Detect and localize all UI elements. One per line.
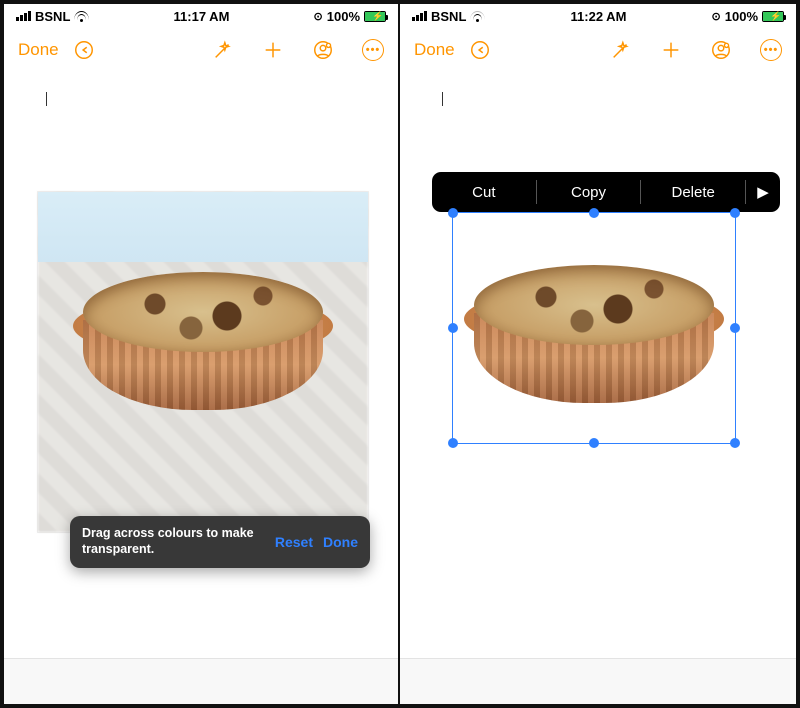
document-canvas[interactable]: Drag across colours to make transparent.… (4, 72, 398, 658)
resize-handle-tm[interactable] (589, 208, 599, 218)
undo-icon[interactable] (73, 39, 95, 61)
text-cursor (46, 92, 47, 106)
resize-handle-bl[interactable] (448, 438, 458, 448)
screenshot-left: BSNL 11:17 AM ⊙ 100% ⚡ Done (2, 2, 400, 706)
delete-button[interactable]: Delete (641, 184, 745, 201)
carrier-label: BSNL (431, 9, 466, 24)
signal-icon (412, 11, 427, 21)
document-canvas[interactable]: Cut Copy Delete ▶ (400, 72, 796, 658)
screenshot-right: BSNL 11:22 AM ⊙ 100% ⚡ Done (400, 2, 798, 706)
resize-handle-tr[interactable] (730, 208, 740, 218)
magic-wand-icon[interactable] (212, 39, 234, 61)
battery-pct: 100% (725, 9, 758, 24)
more-icon[interactable]: ••• (760, 39, 782, 61)
reset-button[interactable]: Reset (275, 534, 313, 550)
battery-icon: ⚡ (364, 11, 386, 22)
keyboard-accessory (4, 658, 398, 704)
plus-icon[interactable] (262, 39, 284, 61)
add-person-icon[interactable] (710, 39, 732, 61)
markup-toolbar: Done ••• (400, 28, 796, 72)
status-bar: BSNL 11:17 AM ⊙ 100% ⚡ (4, 4, 398, 28)
clock: 11:22 AM (571, 9, 627, 24)
undo-icon[interactable] (469, 39, 491, 61)
keyboard-accessory (400, 658, 796, 704)
done-button[interactable]: Done (414, 40, 455, 60)
markup-toolbar: Done ••• (4, 28, 398, 72)
edit-popover: Cut Copy Delete ▶ (432, 172, 780, 212)
carrier-label: BSNL (35, 9, 70, 24)
alarm-icon: ⊙ (712, 10, 721, 23)
instant-alpha-bar: Drag across colours to make transparent.… (70, 516, 370, 568)
add-person-icon[interactable] (312, 39, 334, 61)
popover-more-icon[interactable]: ▶ (746, 183, 780, 201)
selection-frame[interactable] (452, 212, 736, 444)
status-bar: BSNL 11:22 AM ⊙ 100% ⚡ (400, 4, 796, 28)
instant-alpha-message: Drag across colours to make transparent. (82, 526, 265, 557)
resize-handle-tl[interactable] (448, 208, 458, 218)
alpha-done-button[interactable]: Done (323, 534, 358, 550)
alarm-icon: ⊙ (314, 10, 323, 23)
resize-handle-mr[interactable] (730, 323, 740, 333)
battery-icon: ⚡ (762, 11, 784, 22)
resize-handle-br[interactable] (730, 438, 740, 448)
resize-handle-bm[interactable] (589, 438, 599, 448)
copy-button[interactable]: Copy (537, 184, 641, 201)
plus-icon[interactable] (660, 39, 682, 61)
more-icon[interactable]: ••• (362, 39, 384, 61)
resize-handle-ml[interactable] (448, 323, 458, 333)
done-button[interactable]: Done (18, 40, 59, 60)
inserted-photo[interactable] (38, 192, 368, 532)
signal-icon (16, 11, 31, 21)
wifi-icon (74, 11, 89, 22)
magic-wand-icon[interactable] (610, 39, 632, 61)
cut-button[interactable]: Cut (432, 184, 536, 201)
muffin-illustration (73, 260, 333, 410)
wifi-icon (470, 11, 485, 22)
muffin-illustration (464, 253, 724, 403)
clock: 11:17 AM (174, 9, 230, 24)
battery-pct: 100% (327, 9, 360, 24)
text-cursor (442, 92, 443, 106)
